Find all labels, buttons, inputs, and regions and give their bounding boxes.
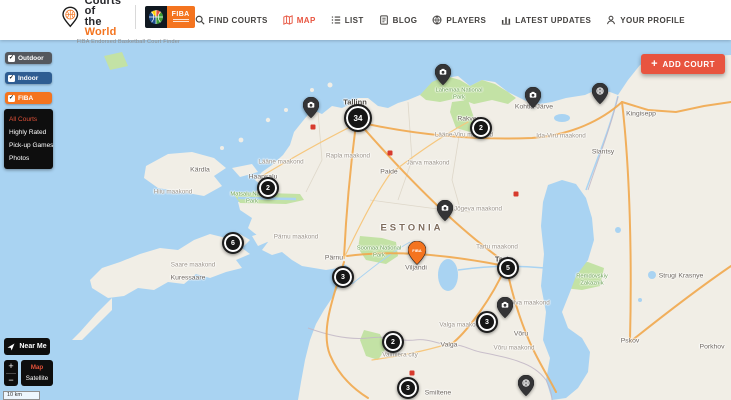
zoom-in-button[interactable]: + — [4, 360, 18, 373]
svg-text:FIBA: FIBA — [412, 248, 421, 253]
add-court-button[interactable]: + ADD COURT — [641, 54, 725, 74]
plus-icon: + — [651, 59, 657, 69]
basketball-pin-logo-icon — [62, 4, 79, 30]
main-nav: FIND COURTS MAP LIST BLOG PLAYERS LATEST UPDA… — [195, 15, 685, 25]
court-cluster-marker[interactable]: 2 — [382, 331, 404, 353]
search-icon — [195, 15, 205, 25]
divider — [135, 5, 136, 29]
brand-logo[interactable]: Courts of the World — [62, 0, 195, 45]
near-me-button[interactable]: Near Me — [4, 338, 50, 355]
category-filter-highly-rated[interactable]: Highly Rated — [9, 126, 48, 139]
court-cluster-marker[interactable]: 6 — [222, 232, 244, 254]
fiba-court-pin[interactable]: FIBA — [408, 241, 426, 265]
nav-item-your-profile[interactable]: YOUR PROFILE — [606, 15, 685, 25]
map-canvas[interactable]: TallinnTartuESTONIARakvereKohtla-JärveKi… — [0, 40, 731, 400]
app-window: Courts of the World — [0, 0, 731, 400]
brand-tagline: FIBA Endorsed Basketball Court Finder — [77, 39, 180, 45]
court-cluster-marker[interactable]: 2 — [470, 117, 492, 139]
satellite-style-button[interactable]: Satellite — [21, 373, 53, 384]
list-icon — [331, 15, 341, 25]
category-filter-all-courts[interactable]: All Courts — [9, 113, 48, 126]
nav-item-blog[interactable]: BLOG — [379, 15, 418, 25]
fiba-badge: FIBA — [167, 6, 195, 28]
photo-court-pin[interactable] — [497, 297, 513, 318]
court-cluster-marker[interactable]: 3 — [332, 266, 354, 288]
zoom-out-button[interactable]: − — [4, 374, 18, 387]
map-basemap — [0, 40, 731, 400]
court-cluster-marker[interactable]: 3 — [476, 311, 498, 333]
checkbox-checked-icon[interactable]: ✓ — [8, 75, 15, 82]
filter-toggle-outdoor[interactable]: ✓Outdoor — [5, 52, 52, 64]
photo-court-pin[interactable] — [303, 97, 319, 118]
players-icon — [432, 15, 442, 25]
map-icon — [283, 15, 293, 25]
map-type-control: Map Satellite — [21, 360, 53, 386]
nav-item-players[interactable]: PLAYERS — [432, 15, 486, 25]
checkbox-checked-icon[interactable]: ✓ — [8, 95, 15, 102]
brand-name: Courts of the World — [85, 0, 126, 38]
court-cluster-marker[interactable]: 34 — [344, 104, 372, 132]
profile-icon — [606, 15, 616, 25]
header: Courts of the World — [0, 0, 731, 40]
photo-court-pin[interactable] — [525, 87, 541, 108]
nav-item-find-courts[interactable]: FIND COURTS — [195, 15, 268, 25]
photo-court-pin[interactable] — [437, 200, 453, 221]
filter-toggles: ✓Outdoor ✓Indoor ✓FIBA — [5, 52, 52, 112]
map-style-button[interactable]: Map — [21, 362, 53, 373]
zoom-control: + − — [4, 360, 18, 386]
blog-icon — [379, 15, 389, 25]
filter-toggle-indoor[interactable]: ✓Indoor — [5, 72, 52, 84]
map-scale: 10 km — [3, 391, 40, 400]
checkbox-checked-icon[interactable]: ✓ — [8, 55, 15, 62]
nav-item-latest-updates[interactable]: LATEST UPDATES — [501, 15, 591, 25]
filter-toggle-fiba[interactable]: ✓FIBA — [5, 92, 52, 104]
category-filter-photos[interactable]: Photos — [9, 152, 48, 165]
basketball-court-pin[interactable] — [518, 375, 534, 396]
category-filter-pick-up-games[interactable]: Pick-up Games — [9, 139, 48, 152]
category-filter-panel: All CourtsHighly RatedPick-up GamesPhoto… — [4, 109, 53, 169]
photo-court-pin[interactable] — [435, 64, 451, 85]
court-cluster-marker[interactable]: 5 — [497, 257, 519, 279]
fiba-globe-icon — [145, 6, 167, 28]
nav-item-list[interactable]: LIST — [331, 15, 364, 25]
court-cluster-marker[interactable]: 3 — [397, 377, 419, 399]
fiba-logo: FIBA — [145, 6, 195, 28]
court-cluster-marker[interactable]: 2 — [257, 177, 279, 199]
updates-icon — [501, 15, 511, 25]
basketball-court-pin[interactable] — [592, 83, 608, 104]
navigation-arrow-icon — [7, 343, 15, 351]
nav-item-map[interactable]: MAP — [283, 15, 316, 25]
